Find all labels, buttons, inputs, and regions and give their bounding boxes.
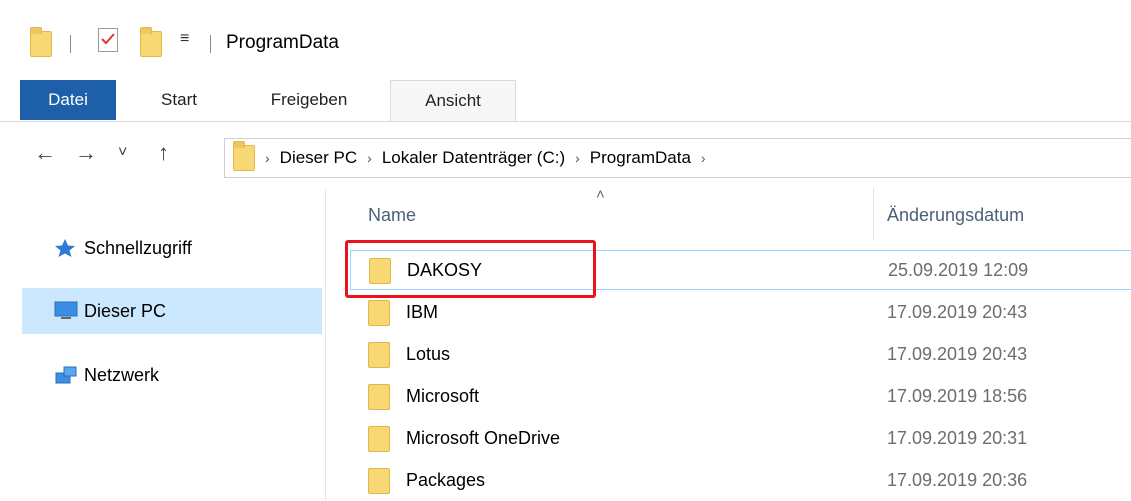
navigation-bar: ← → ˅ ↑ › Dieser PC › Lokaler Datenträge… — [0, 130, 1131, 182]
sort-ascending-icon: ˄ — [596, 186, 605, 203]
file-date: 17.09.2019 20:43 — [887, 302, 1028, 322]
file-name: Microsoft — [406, 386, 480, 406]
folder-icon — [30, 27, 52, 57]
customize-quick-access-icon[interactable]: ≡ — [180, 30, 189, 48]
properties-icon[interactable] — [98, 28, 118, 52]
file-row[interactable]: Lotus 17.09.2019 20:43 — [350, 335, 1131, 375]
file-name: Packages — [406, 470, 486, 490]
chevron-right-icon[interactable]: › — [575, 150, 580, 166]
network-icon — [54, 365, 77, 385]
file-row[interactable]: Microsoft 17.09.2019 18:56 — [350, 377, 1131, 417]
file-date: 17.09.2019 20:36 — [887, 470, 1028, 490]
column-header-date[interactable]: Änderungsdatum — [887, 205, 1024, 255]
sidebar-item-dieser-pc[interactable]: Dieser PC — [22, 288, 322, 334]
breadcrumb-lokaler-datentraeger[interactable]: Lokaler Datenträger (C:) — [382, 148, 565, 168]
monitor-icon — [54, 301, 78, 321]
tab-datei[interactable]: Datei — [20, 80, 116, 120]
navigation-pane: Schnellzugriff Dieser PC Netzwerk — [0, 200, 325, 500]
title-bar: ≡ ProgramData — [0, 0, 1131, 80]
file-name: Lotus — [406, 344, 451, 364]
chevron-right-icon[interactable]: › — [701, 150, 706, 166]
folder-icon — [368, 384, 390, 410]
star-icon — [54, 238, 76, 258]
file-name: Microsoft OneDrive — [406, 428, 561, 448]
folder-icon — [368, 342, 390, 368]
ribbon: Datei Start Freigeben Ansicht — [0, 80, 1131, 122]
sidebar-item-netzwerk[interactable]: Netzwerk — [22, 352, 322, 398]
folder-icon — [233, 141, 255, 171]
folder-icon — [368, 300, 390, 326]
column-resize-handle[interactable] — [873, 188, 874, 240]
sidebar-item-label: Netzwerk — [84, 364, 160, 385]
window-title: ProgramData — [226, 32, 339, 53]
folder-icon — [368, 426, 390, 452]
tab-ansicht[interactable]: Ansicht — [390, 80, 516, 121]
file-date: 17.09.2019 18:56 — [887, 386, 1028, 406]
new-folder-icon[interactable] — [140, 27, 162, 57]
file-date: 25.09.2019 12:09 — [888, 260, 1029, 280]
forward-button[interactable]: → — [75, 140, 97, 166]
tab-freigeben[interactable]: Freigeben — [244, 80, 374, 120]
file-date: 17.09.2019 20:31 — [887, 428, 1028, 448]
breadcrumb-programdata[interactable]: ProgramData — [590, 148, 691, 168]
sidebar-item-label: Dieser PC — [84, 300, 167, 321]
sidebar-item-label: Schnellzugriff — [84, 237, 192, 258]
file-row[interactable]: Packages 17.09.2019 20:36 — [350, 461, 1131, 501]
file-row[interactable]: IBM 17.09.2019 20:43 — [350, 293, 1131, 333]
file-row[interactable]: Microsoft OneDrive 17.09.2019 20:31 — [350, 419, 1131, 459]
recent-locations-button[interactable]: ˅ — [118, 144, 127, 162]
folder-icon — [368, 468, 390, 494]
highlight-annotation — [345, 240, 596, 298]
back-button[interactable]: ← — [34, 140, 56, 166]
sidebar-item-schnellzugriff[interactable]: Schnellzugriff — [22, 225, 322, 271]
breadcrumb-dieser-pc[interactable]: Dieser PC — [280, 148, 357, 168]
toolbar-separator — [70, 35, 71, 53]
chevron-right-icon[interactable]: › — [265, 150, 270, 166]
file-name: IBM — [406, 302, 439, 322]
pane-divider[interactable] — [325, 190, 326, 500]
address-bar[interactable]: › Dieser PC › Lokaler Datenträger (C:) ›… — [224, 138, 1131, 178]
toolbar-separator — [210, 35, 211, 53]
tab-start[interactable]: Start — [134, 80, 224, 120]
chevron-right-icon[interactable]: › — [367, 150, 372, 166]
up-button[interactable]: ↑ — [158, 140, 169, 166]
file-date: 17.09.2019 20:43 — [887, 344, 1028, 364]
